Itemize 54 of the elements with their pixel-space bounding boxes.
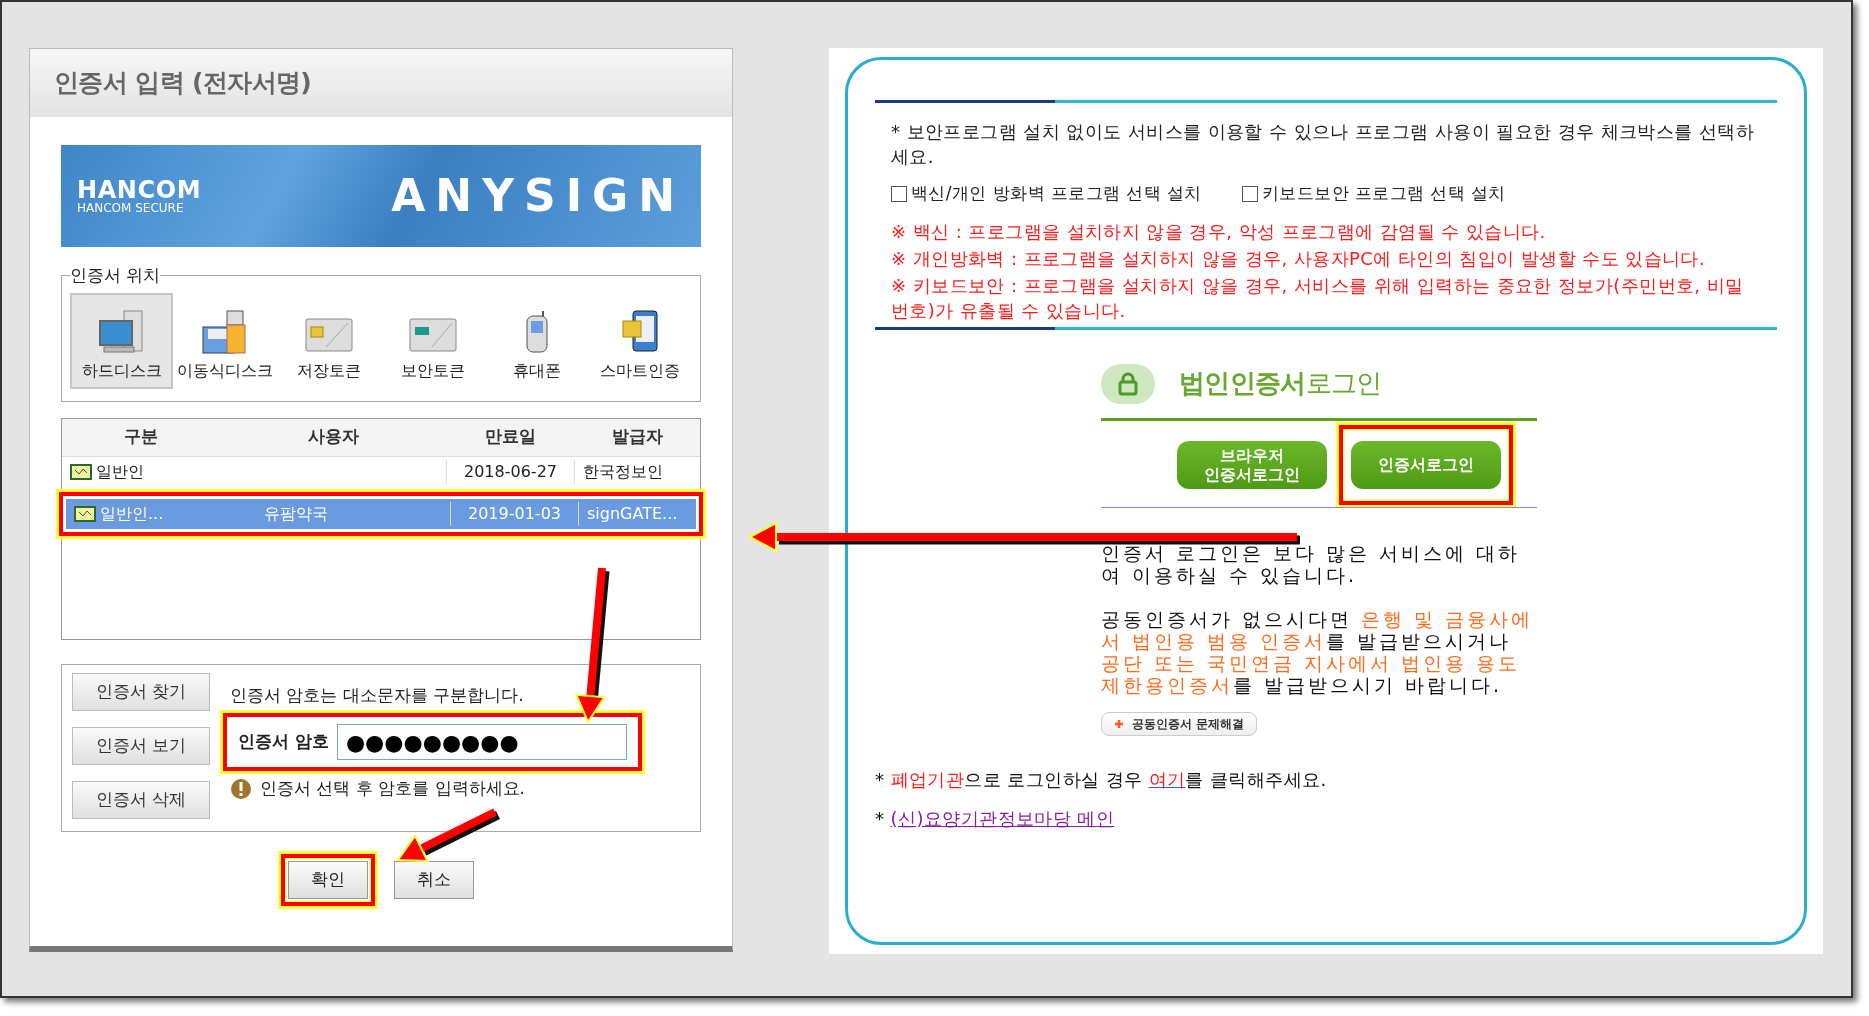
brand-logo: HANCOM [77,178,202,202]
column-header: 만료일 [483,425,537,449]
brand-subtitle: HANCOM SECURE [77,202,185,214]
location-option[interactable]: 휴대폰 [485,292,589,389]
column-header: 구분 [123,425,159,449]
footer-note: * 폐업기관으로 로그인하실 경우 여기를 클릭해주세요. [875,767,1328,792]
login-title: 법인인증서로그인 [1179,367,1382,400]
here-link[interactable]: 여기 [1148,768,1186,790]
column-header: 발급자 [610,425,664,449]
login-info-text: 공동인증서가 없으시다면 은행 및 금융사에서 법인용 범용 인증서 를 발급받으시거나 공단 또는 국민연금 지사에서 법인용 용도제한용인증서 를 발급받으시기 바랍니다. [1101,607,1535,696]
expiry-cell: 2018-06-27 [446,459,574,484]
certificate-action-button[interactable]: 인증서 보기 [72,726,210,765]
dialog-action-button[interactable]: 취소 [394,860,474,899]
certificate-icon [70,463,92,480]
location-legend: 인증서 위치 [70,263,161,289]
notice-text: * 보안프로그램 설치 없이도 서비스를 이용할 수 있으나 프로그램 사용이 필요한 경우 체크박스를 선택하세요. [890,120,1756,169]
computer-icon [97,308,146,355]
password-field[interactable]: ●●●●●●●●● [336,724,627,760]
portal-main-link[interactable]: (신)요양기관정보마당 메인 [890,807,1115,829]
location-option[interactable]: 보안토큰 [381,292,485,389]
type-cell-text: 일반인... [100,502,164,525]
security-warning: ※ 키보드보안 : 프로그램을 설치하지 않을 경우, 서비스를 위해 입력하는 중요한 정보가(주민번호, 비밀번호)가 유출될 수 있습니다. [891,273,1745,323]
issuer-cell: 한국정보인 [574,459,700,484]
install-option[interactable]: 백신/개인 방화벽 프로그램 선택 설치 [891,181,1202,207]
plus-icon [1114,718,1124,729]
expiry-cell: 2019-01-03 [450,501,578,526]
location-option[interactable]: 스마트인증 [589,292,692,389]
location-option[interactable]: 저장토큰 [277,292,381,389]
location-option[interactable]: 이동식디스크 [173,292,277,389]
product-name: ANYSIGN [391,169,685,223]
warning-text: 인증서 선택 후 암호를 입력하세요. [260,777,526,800]
certificate-action-button[interactable]: 인증서 찾기 [72,672,210,711]
location-option[interactable]: 하드디스크 [70,292,173,389]
lock-icon [1101,363,1155,404]
checkbox[interactable] [891,185,907,202]
case-hint: 인증서 암호는 대소문자를 구분합니다. [230,683,525,707]
issuer-cell: signGATE... [578,501,696,526]
help-button[interactable]: 공동인증서 문제해결 [1101,711,1258,736]
security-warning: ※ 개인방화벽 : 프로그램을 설치하지 않을 경우, 사용자PC에 타인의 침입이 발생할 수도 있습니다. [891,246,1707,271]
footer-note: * (신)요양기관정보마당 메인 [875,806,1116,831]
install-option[interactable]: 키보드보안 프로그램 선택 설치 [1241,181,1506,207]
password-label: 인증서 암호 [238,730,329,754]
certificate-action-button[interactable]: 인증서 삭제 [72,780,210,819]
login-info-text: 인증서 로그인은 보다 많은 서비스에 대하여 이용하실 수 있습니다. [1101,541,1522,586]
certificate-row[interactable]: 일반인 2018-06-27 한국정보인 [62,456,700,487]
certificate-icon [74,505,96,522]
column-header: 사용자 [306,425,360,449]
type-cell-text: 일반인 [96,460,144,483]
user-cell-text: 유팜약국 [263,502,329,525]
security-warning: ※ 백신 : 프로그램을 설치하지 않을 경우, 악성 프로그램에 감염될 수 있습니다. [891,219,1547,244]
warning-icon [230,777,252,800]
checkbox[interactable] [1241,185,1258,202]
dialog-action-button[interactable]: 확인 [288,860,368,899]
dialog-title: 인증서 입력 (전자서명) [54,67,312,100]
